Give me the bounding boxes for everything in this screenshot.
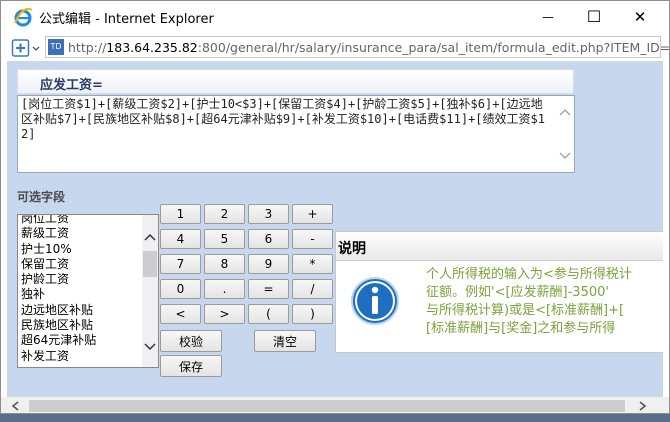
scroll-left-icon[interactable] [11, 401, 21, 411]
save-button[interactable]: 保存 [160, 355, 222, 377]
list-item[interactable]: 保留工资 [21, 257, 158, 272]
favorites-button[interactable] [11, 37, 43, 59]
list-item[interactable]: 边远地区补贴 [21, 303, 158, 318]
list-item[interactable]: 补发工资 [21, 349, 158, 364]
formula-scrollbar[interactable] [556, 97, 573, 171]
minimize-button[interactable]: — [525, 1, 571, 32]
clear-button[interactable]: 清空 [254, 330, 316, 352]
browser-window: 公式编辑 - Internet Explorer — ☐ ✕ TD http:/… [0, 0, 670, 414]
background-strip [0, 414, 670, 422]
formula-textarea[interactable]: [岗位工资$1]+[薪级工资$2]+[护士10<$3]+[保留工资$4]+[护龄… [17, 95, 575, 173]
formula-text: [岗位工资$1]+[薪级工资$2]+[护士10<$3]+[保留工资$4]+[护龄… [21, 97, 545, 141]
scroll-right-icon[interactable] [637, 401, 647, 411]
maximize-icon: ☐ [586, 7, 602, 26]
key-0[interactable]: 0 [160, 279, 201, 299]
available-fields-list[interactable]: 岗位工资 薪级工资 护士10% 保留工资 护龄工资 独补 边远地区补贴 民族地区… [17, 214, 159, 368]
help-panel-text: 个人所得税的输入为<参与所得税计 征额。例如'<[应发薪酬]-3500' 与所得… [426, 266, 663, 338]
url-field[interactable]: TD http://183.64.235.82:800/general/hr/s… [45, 36, 669, 58]
key-less-than[interactable]: < [160, 304, 201, 324]
formula-target-label: 应发工资= [40, 78, 103, 93]
site-icon: TD [48, 39, 64, 55]
help-line: 与所得税计算)或是<[标准薪酬]+[ [426, 303, 625, 318]
add-favorite-icon [11, 39, 40, 57]
key-dot[interactable]: . [204, 279, 245, 299]
key-close-paren[interactable]: ) [292, 304, 333, 324]
help-panel-header: 说明 [336, 232, 663, 261]
help-panel-title: 说明 [338, 241, 366, 257]
list-item[interactable]: 超64元津补贴 [21, 333, 158, 348]
close-button[interactable]: ✕ [617, 1, 663, 32]
close-icon: ✕ [633, 7, 647, 26]
key-3[interactable]: 3 [248, 204, 289, 224]
list-item[interactable]: 薪级工资 [21, 226, 158, 241]
internet-explorer-icon [14, 7, 33, 27]
key-4[interactable]: 4 [160, 229, 201, 249]
page-content: 应发工资= [岗位工资$1]+[薪级工资$2]+[护士10<$3]+[保留工资$… [7, 61, 663, 397]
list-scroll-thumb[interactable] [143, 251, 157, 277]
list-item[interactable]: 民族地区补贴 [21, 318, 158, 333]
window-title: 公式编辑 - Internet Explorer [39, 12, 214, 27]
list-item[interactable]: 护龄工资 [21, 272, 158, 287]
address-bar: TD http://183.64.235.82:800/general/hr/s… [1, 33, 669, 61]
info-icon [351, 277, 399, 325]
maximize-button[interactable]: ☐ [571, 1, 617, 32]
formula-header: 应发工资= [17, 69, 574, 94]
key-5[interactable]: 5 [204, 229, 245, 249]
scroll-up-icon[interactable] [556, 103, 573, 120]
key-plus[interactable]: + [292, 204, 333, 224]
key-equals[interactable]: = [248, 279, 289, 299]
help-line: 征额。例如'<[应发薪酬]-3500' [426, 285, 609, 300]
help-panel: 说明 个人所得税的输入为<参与所得税计 征额。例如'<[应发薪酬]-3500' … [335, 231, 663, 353]
list-item[interactable]: 护士10% [21, 242, 158, 257]
list-item[interactable]: 独补 [21, 287, 158, 302]
key-8[interactable]: 8 [204, 254, 245, 274]
key-7[interactable]: 7 [160, 254, 201, 274]
key-9[interactable]: 9 [248, 254, 289, 274]
minimize-icon: — [542, 9, 554, 24]
key-minus[interactable]: - [292, 229, 333, 249]
scroll-up-icon[interactable] [144, 233, 156, 241]
check-button[interactable]: 校验 [160, 330, 222, 352]
key-multiply[interactable]: * [292, 254, 333, 274]
key-open-paren[interactable]: ( [248, 304, 289, 324]
key-1[interactable]: 1 [160, 204, 201, 224]
scroll-down-icon[interactable] [144, 343, 156, 351]
horizontal-scroll-thumb[interactable] [29, 400, 625, 412]
available-fields-title: 可选字段 [17, 190, 66, 204]
key-2[interactable]: 2 [204, 204, 245, 224]
url-text: http://183.64.235.82:800/general/hr/sala… [68, 40, 670, 55]
help-line: [标准薪酬]与[奖金]之和参与所得 [426, 321, 616, 336]
scroll-down-icon[interactable] [556, 147, 573, 164]
key-divide[interactable]: / [292, 279, 333, 299]
key-6[interactable]: 6 [248, 229, 289, 249]
list-item[interactable]: 岗位工资 [21, 215, 158, 226]
title-bar: 公式编辑 - Internet Explorer — ☐ ✕ [1, 1, 669, 33]
help-line: 个人所得税的输入为<参与所得税计 [426, 267, 632, 282]
list-scrollbar[interactable] [142, 215, 158, 367]
horizontal-scrollbar[interactable] [1, 397, 669, 413]
key-greater-than[interactable]: > [204, 304, 245, 324]
